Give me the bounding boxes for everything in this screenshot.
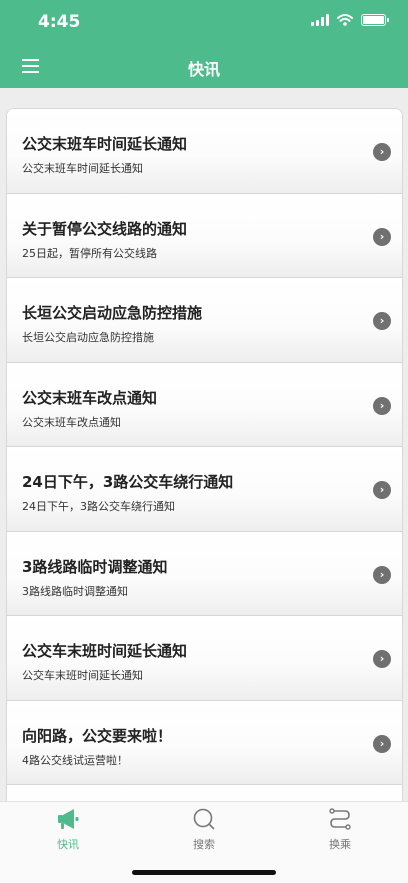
tab-news[interactable]: 快讯 [28,806,108,852]
battery-icon [361,14,389,26]
chevron-right-icon: › [373,312,391,330]
megaphone-icon [58,809,79,829]
transfer-icon [329,808,351,830]
item-title: 3路线路临时调整通知 [22,557,168,576]
chevron-right-icon: › [373,396,391,415]
item-subtitle: 公交车末班时间延长通知 [22,669,143,682]
list-item[interactable] [7,785,402,801]
tab-transfer-label: 换乘 [329,838,351,851]
item-subtitle: 24日下午，3路公交车绕行通知 [22,500,175,513]
item-title: 公交末班车时间延长通知 [22,135,188,153]
home-indicator [132,870,276,875]
item-title: 公交车末班时间延长通知 [22,642,188,660]
tab-transfer[interactable]: 换乘 [300,806,380,852]
item-title: 24日下午，3路公交车绕行通知 [22,473,234,491]
item-title: 公交末班车改点通知 [22,388,158,407]
item-subtitle: 公交末班车时间延长通知 [22,162,143,175]
item-title: 长垣公交启动应急防控措施 [22,304,203,322]
item-subtitle: 3路线路临时调整通知 [22,584,128,598]
status-time: 4:45 [38,12,81,32]
item-title: 向阳路，公交要来啦！ [22,726,173,745]
list-item[interactable]: 3路线路临时调整通知 3路线路临时调整通知 › [7,531,402,616]
list-item[interactable]: 公交末班车时间延长通知 公交末班车时间延长通知 › [7,109,402,194]
chevron-right-icon: › [373,481,391,499]
list-item[interactable]: 关于暂停公交线路的通知 25日起，暂停所有公交线路 › [7,193,402,278]
header: 4:45 快讯 [0,0,408,88]
list-item[interactable]: 公交车末班时间延长通知 公交车末班时间延长通知 › [7,616,402,701]
item-subtitle: 长垣公交启动应急防控措施 [22,331,154,344]
item-subtitle: 25日起，暂停所有公交线路 [22,246,157,260]
tab-search[interactable]: 搜索 [164,806,244,852]
item-subtitle: 4路公交线试运营啦！ [22,753,128,767]
search-icon [193,808,215,830]
chevron-right-icon: › [373,565,391,584]
item-subtitle: 公交末班车改点通知 [22,415,121,429]
tab-news-label: 快讯 [57,838,79,851]
wifi-icon [337,14,353,26]
list-item[interactable]: 24日下午，3路公交车绕行通知 24日下午，3路公交车绕行通知 › [7,447,402,532]
chevron-right-icon: › [373,650,391,668]
list-item[interactable]: 长垣公交启动应急防控措施 长垣公交启动应急防控措施 › [7,278,402,363]
item-title: 关于暂停公交线路的通知 [22,219,188,238]
chevron-right-icon: › [373,227,391,246]
tab-search-label: 搜索 [193,838,215,851]
page-title: 快讯 [187,60,220,79]
chevron-right-icon: › [373,143,391,161]
app-root: 4:45 快讯 公交末班车时间延长通知 公交末班车时间延长通知 › 关于暂停公交线路的… [0,0,408,883]
list-item[interactable]: 向阳路，公交要来啦！ 4路公交线试运营啦！ › [7,700,402,785]
list-item[interactable]: 公交末班车改点通知 公交末班车改点通知 › [7,362,402,447]
status-icons [311,14,389,26]
cellular-signal-icon [311,14,329,26]
chevron-right-icon: › [373,734,391,753]
news-list[interactable]: 公交末班车时间延长通知 公交末班车时间延长通知 › 关于暂停公交线路的通知 25日起，暂… [6,108,403,801]
